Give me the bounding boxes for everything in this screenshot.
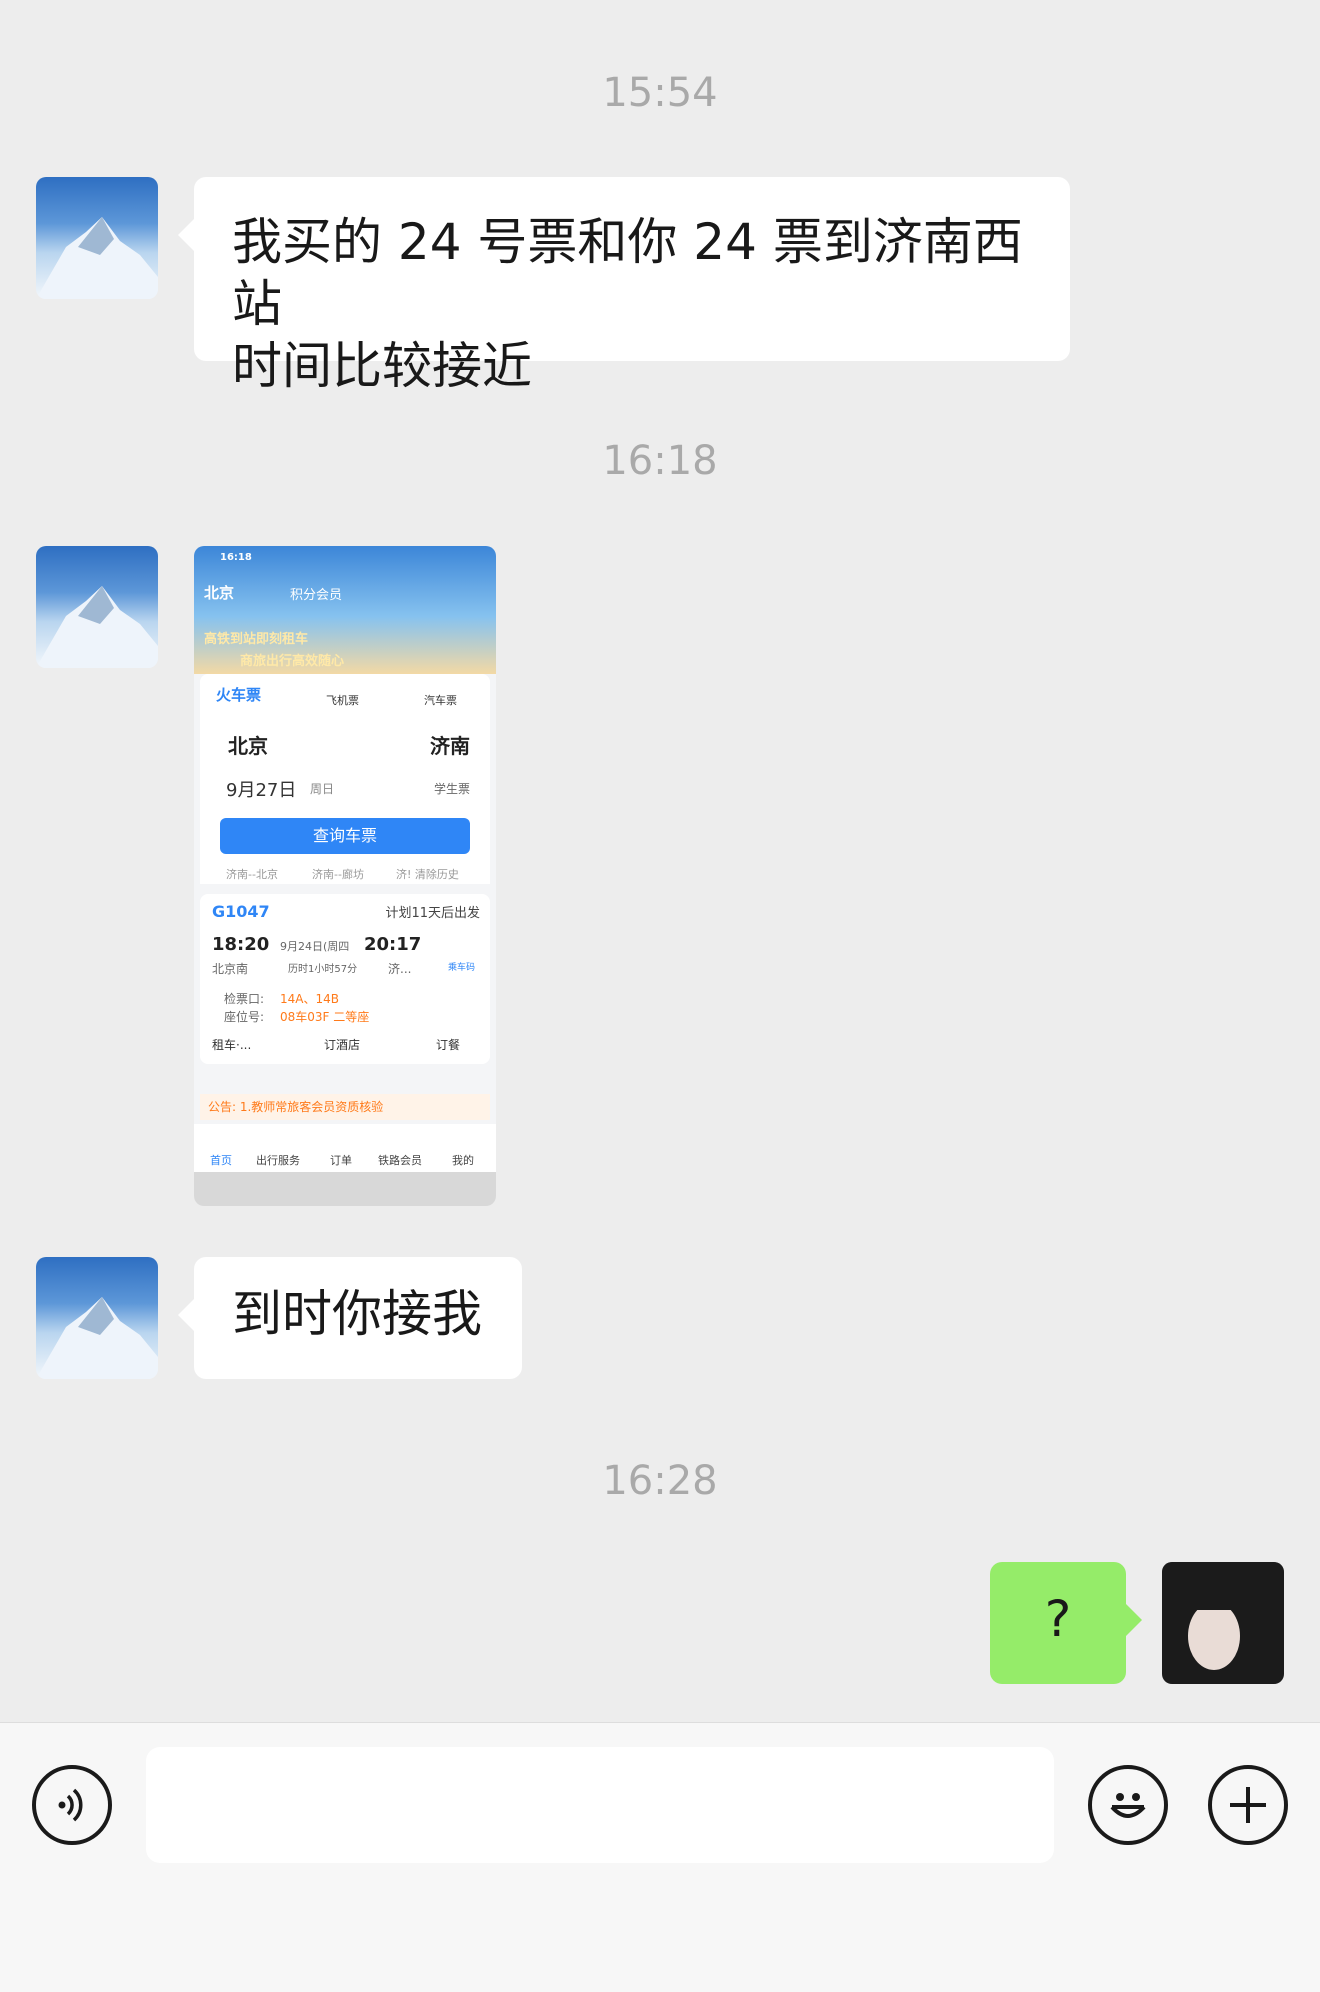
history-2: 济南--廊坊 bbox=[312, 868, 364, 881]
app-bottom-nav: 首页 出行服务 订单 铁路会员 我的 bbox=[194, 1124, 496, 1172]
app-banner: 16:18 北京 积分会员 高铁到站即刻租车 商旅出行高效随心 bbox=[194, 546, 496, 674]
tab-train: 火车票 bbox=[216, 686, 262, 704]
seat-label: 座位号: bbox=[224, 1010, 265, 1024]
message-text: 到时你接我 bbox=[232, 1285, 482, 1343]
message-text: 时间比较接近 bbox=[232, 337, 532, 395]
ticket-tabs: 火车票 飞机票 汽车票 bbox=[200, 674, 490, 716]
gate-label: 检票口: bbox=[224, 992, 265, 1006]
message-text: 我买的 24 号票和你 24 票到济南西站 bbox=[232, 213, 1023, 333]
departure-time: 18:20 bbox=[212, 934, 270, 955]
seat-value: 08车03F 二等座 bbox=[280, 1010, 370, 1024]
voice-button[interactable] bbox=[32, 1765, 112, 1845]
message-text: ? bbox=[1044, 1590, 1072, 1648]
emoji-button[interactable] bbox=[1088, 1765, 1168, 1845]
to-city: 济南 bbox=[430, 734, 470, 758]
student-ticket: 学生票 bbox=[433, 782, 470, 796]
chat-input-bar bbox=[0, 1722, 1320, 1992]
trip-card: G1047 计划11天后出发 18:20 9月24日(周四 20:17 北京南 … bbox=[200, 894, 490, 1064]
plus-icon bbox=[1230, 1787, 1266, 1823]
nav-home: 首页 bbox=[210, 1154, 232, 1167]
mountain-image bbox=[36, 1297, 158, 1379]
message-input[interactable] bbox=[146, 1747, 1054, 1863]
service-car: 租车·... bbox=[212, 1038, 252, 1052]
nav-order: 订单 bbox=[330, 1154, 352, 1167]
message-bubble[interactable]: 到时你接我 bbox=[178, 1257, 522, 1379]
nav-mine: 我的 bbox=[452, 1154, 474, 1167]
qr-label: 乘车码 bbox=[448, 963, 476, 973]
portrait-image bbox=[1162, 1562, 1284, 1684]
from-city: 北京 bbox=[228, 734, 268, 758]
arrival-time: 20:17 bbox=[364, 934, 422, 955]
message-bubble[interactable]: 我买的 24 号票和你 24 票到济南西站 时间比较接近 bbox=[178, 177, 1070, 395]
contact-avatar[interactable] bbox=[36, 546, 158, 668]
message-bubble-own[interactable]: ? bbox=[990, 1562, 1142, 1684]
travel-date: 9月27日 bbox=[226, 780, 297, 801]
mountain-image bbox=[36, 586, 158, 668]
tab-bus: 汽车票 bbox=[424, 694, 457, 707]
banner-line-1: 高铁到站即刻租车 bbox=[204, 632, 309, 647]
voice-icon bbox=[58, 1788, 83, 1822]
service-hotel: 订酒店 bbox=[324, 1038, 361, 1052]
duration: 历时1小时57分 bbox=[288, 964, 358, 975]
timestamp: 15:54 bbox=[602, 70, 718, 116]
query-card: 北京 济南 9月27日 周日 学生票 查询车票 济南--北京 济南--廊坊 济!… bbox=[200, 714, 490, 884]
departure-station: 北京南 bbox=[212, 962, 249, 976]
train-number: G1047 bbox=[212, 902, 270, 921]
search-hint: 积分会员 bbox=[290, 588, 343, 603]
nav-member: 铁路会员 bbox=[378, 1154, 422, 1167]
gate-value: 14A、14B bbox=[280, 992, 339, 1006]
history-3: 济! 清除历史 bbox=[396, 868, 459, 881]
arrival-station: 济... bbox=[388, 962, 412, 976]
more-button[interactable] bbox=[1208, 1765, 1288, 1845]
nav-travel: 出行服务 bbox=[256, 1154, 300, 1167]
service-meal: 订餐 bbox=[436, 1038, 461, 1052]
query-button: 查询车票 bbox=[220, 818, 470, 854]
weekday: 周日 bbox=[310, 782, 335, 796]
my-avatar[interactable] bbox=[1162, 1562, 1284, 1684]
banner-line-2: 商旅出行高效随心 bbox=[240, 654, 345, 669]
city-label: 北京 bbox=[204, 584, 235, 602]
contact-avatar[interactable] bbox=[36, 177, 158, 299]
image-message[interactable]: 16:18 北京 积分会员 高铁到站即刻租车 商旅出行高效随心 火车票 飞机票 … bbox=[194, 546, 496, 1206]
system-nav-bar bbox=[194, 1172, 496, 1206]
timestamp: 16:18 bbox=[602, 438, 718, 484]
departure-date: 9月24日(周四 bbox=[280, 940, 350, 953]
timestamp: 16:28 bbox=[602, 1458, 718, 1504]
notice-bar: 公告: 1.教师常旅客会员资质核验 bbox=[200, 1094, 490, 1120]
emoji-icon bbox=[1110, 1793, 1146, 1818]
history-1: 济南--北京 bbox=[226, 868, 278, 881]
tab-flight: 飞机票 bbox=[326, 694, 359, 707]
trip-plan: 计划11天后出发 bbox=[385, 906, 480, 921]
contact-avatar[interactable] bbox=[36, 1257, 158, 1379]
status-time: 16:18 bbox=[220, 552, 252, 563]
mountain-image bbox=[36, 217, 158, 299]
